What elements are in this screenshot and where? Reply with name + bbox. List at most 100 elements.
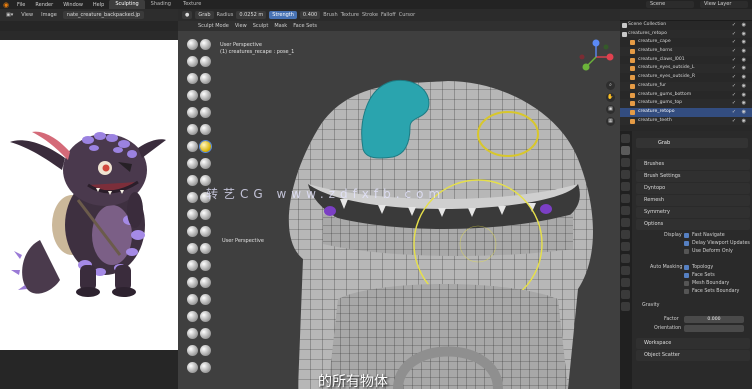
strength-field[interactable]: 0.400 [299, 11, 321, 19]
camera-view-icon[interactable]: ▣ [606, 105, 615, 114]
outliner-row[interactable]: creature_claws_l001 ✓ ◉ [620, 56, 752, 65]
mesh-boundary-checkbox[interactable] [684, 281, 689, 286]
factor-field[interactable]: 0.000 [684, 316, 744, 323]
view-layer-selector[interactable]: View Layer [700, 1, 748, 8]
data-tab-icon[interactable] [621, 278, 630, 287]
visibility-eye-icon[interactable]: ✓ ◉ [732, 56, 748, 65]
tool-simplify-icon[interactable] [200, 243, 211, 254]
orientation-field[interactable] [684, 325, 744, 332]
tool-box-mask-icon[interactable] [187, 277, 198, 288]
object-tab-icon[interactable] [621, 218, 630, 227]
face-sets-checkbox[interactable] [684, 273, 689, 278]
cursor-menu[interactable]: Cursor [399, 12, 415, 18]
world-tab-icon[interactable] [621, 206, 630, 215]
outliner-row[interactable]: creatures_retopo ✓ ◉ [620, 29, 752, 39]
tool-clay-thumb-icon[interactable] [187, 73, 198, 84]
tool-thumb-icon[interactable] [187, 192, 198, 203]
view-layer-tab-icon[interactable] [621, 182, 630, 191]
outliner-row[interactable]: creature_gums_bottom ✓ ◉ [620, 91, 752, 100]
menu-window[interactable]: Window [58, 2, 88, 8]
navigation-gizmo[interactable] [576, 37, 616, 77]
tool-smooth-icon[interactable] [200, 107, 211, 118]
tool-cloth-filter-icon[interactable] [187, 328, 198, 339]
tool-mesh-filter-icon[interactable] [200, 311, 211, 322]
image-image-menu[interactable]: Image [39, 12, 59, 18]
tab-shading[interactable]: Shading [145, 0, 177, 9]
outliner-row[interactable]: creature_horns ✓ ◉ [620, 47, 752, 56]
tool-line-project-icon[interactable] [187, 311, 198, 322]
delay-updates-checkbox[interactable] [684, 241, 689, 246]
tool-mask-by-color-icon[interactable] [200, 345, 211, 356]
outliner-row[interactable]: creature_fur ✓ ◉ [620, 81, 752, 91]
section-brush-settings[interactable]: Brush Settings [636, 171, 750, 182]
fast-navigate-checkbox[interactable] [684, 233, 689, 238]
particles-tab-icon[interactable] [621, 242, 630, 251]
brush-datablock-field[interactable]: Grab [636, 138, 748, 148]
tool-draw-face-sets-icon[interactable] [200, 260, 211, 271]
menu-help[interactable]: Help [88, 2, 109, 8]
outliner-row[interactable]: creature_eyes_outside_R ✓ ◉ [620, 73, 752, 82]
gizmo-y-icon[interactable] [582, 63, 590, 71]
outliner-row[interactable]: Scene Collection ✓ ◉ [620, 21, 752, 30]
visibility-eye-icon[interactable]: ✓ ◉ [732, 117, 748, 126]
tool-draw-sharp-icon[interactable] [200, 39, 211, 50]
tool-flatten-icon[interactable] [187, 124, 198, 135]
tool-scrape-icon[interactable] [187, 141, 198, 152]
visibility-eye-icon[interactable]: ✓ ◉ [732, 47, 748, 56]
texture-tab-icon[interactable] [621, 302, 630, 311]
section-remesh[interactable]: Remesh [636, 195, 750, 206]
tool-move-icon[interactable] [187, 362, 198, 373]
brush-menu[interactable]: Brush [323, 12, 337, 18]
tool-edit-face-set-icon[interactable] [187, 345, 198, 356]
perspective-toggle-icon[interactable]: ▦ [606, 117, 615, 126]
visibility-eye-icon[interactable]: ✓ ◉ [732, 108, 748, 117]
tool-tab-icon[interactable] [621, 134, 630, 143]
outliner-row[interactable]: creature_teeth ✓ ◉ [620, 116, 752, 126]
tool-rotate-icon[interactable] [200, 209, 211, 220]
visibility-eye-icon[interactable]: ✓ ◉ [732, 64, 748, 73]
visibility-eye-icon[interactable]: ✓ ◉ [732, 99, 748, 108]
topology-checkbox[interactable] [684, 265, 689, 270]
view-menu[interactable]: View [235, 23, 247, 29]
section-options[interactable]: Options [636, 219, 750, 230]
section-dyntopo[interactable]: Dyntopo [636, 183, 750, 194]
outliner-row[interactable]: creature_retopo ✓ ◉ [620, 107, 752, 117]
scene-tab-icon[interactable] [621, 194, 630, 203]
gizmo-neg-y-icon[interactable] [603, 44, 609, 50]
tool-cloth-icon[interactable] [187, 243, 198, 254]
tool-elastic-icon[interactable] [187, 175, 198, 186]
tool-nudge-icon[interactable] [187, 209, 198, 220]
tool-fill-icon[interactable] [200, 124, 211, 135]
gizmo-neg-x-icon[interactable] [579, 54, 585, 60]
tool-clay-icon[interactable] [187, 56, 198, 67]
active-tool-tab-icon[interactable] [621, 146, 630, 155]
render-tab-icon[interactable] [621, 158, 630, 167]
visibility-eye-icon[interactable]: ✓ ◉ [732, 30, 748, 39]
tool-color-filter-icon[interactable] [200, 328, 211, 339]
tool-multiplane-icon[interactable] [187, 158, 198, 169]
section-workspace[interactable]: Workspace [636, 338, 750, 349]
tool-clay-strips-icon[interactable] [200, 56, 211, 67]
section-symmetry[interactable]: Symmetry [636, 207, 750, 218]
radius-field[interactable]: 0.0252 m [236, 11, 267, 19]
brush-name-field[interactable]: Grab [195, 11, 214, 19]
pan-hand-icon[interactable]: ✋ [606, 93, 615, 102]
tool-box-hide-icon[interactable] [200, 277, 211, 288]
outliner-row[interactable]: creature_cape ✓ ◉ [620, 38, 752, 47]
tool-draw-icon[interactable] [187, 39, 198, 50]
outliner-row[interactable]: creature_eyes_outside_L ✓ ◉ [620, 64, 752, 74]
image-view-menu[interactable]: View [19, 12, 35, 18]
reference-image[interactable] [0, 40, 178, 350]
sculpt-menu[interactable]: Sculpt [253, 23, 269, 29]
tool-pinch-icon[interactable] [200, 158, 211, 169]
falloff-menu[interactable]: Falloff [381, 12, 396, 18]
scene-selector[interactable]: Scene [646, 1, 694, 8]
mask-menu[interactable]: Mask [274, 23, 287, 29]
tool-mask-icon[interactable] [187, 260, 198, 271]
visibility-eye-icon[interactable]: ✓ ◉ [732, 21, 748, 30]
menu-file[interactable]: File [12, 2, 30, 8]
output-tab-icon[interactable] [621, 170, 630, 179]
3d-viewport[interactable]: ● Grab Radius 0.0252 m Strength 0.400 Br… [178, 9, 620, 389]
physics-tab-icon[interactable] [621, 254, 630, 263]
tool-box-trim-icon[interactable] [200, 294, 211, 305]
